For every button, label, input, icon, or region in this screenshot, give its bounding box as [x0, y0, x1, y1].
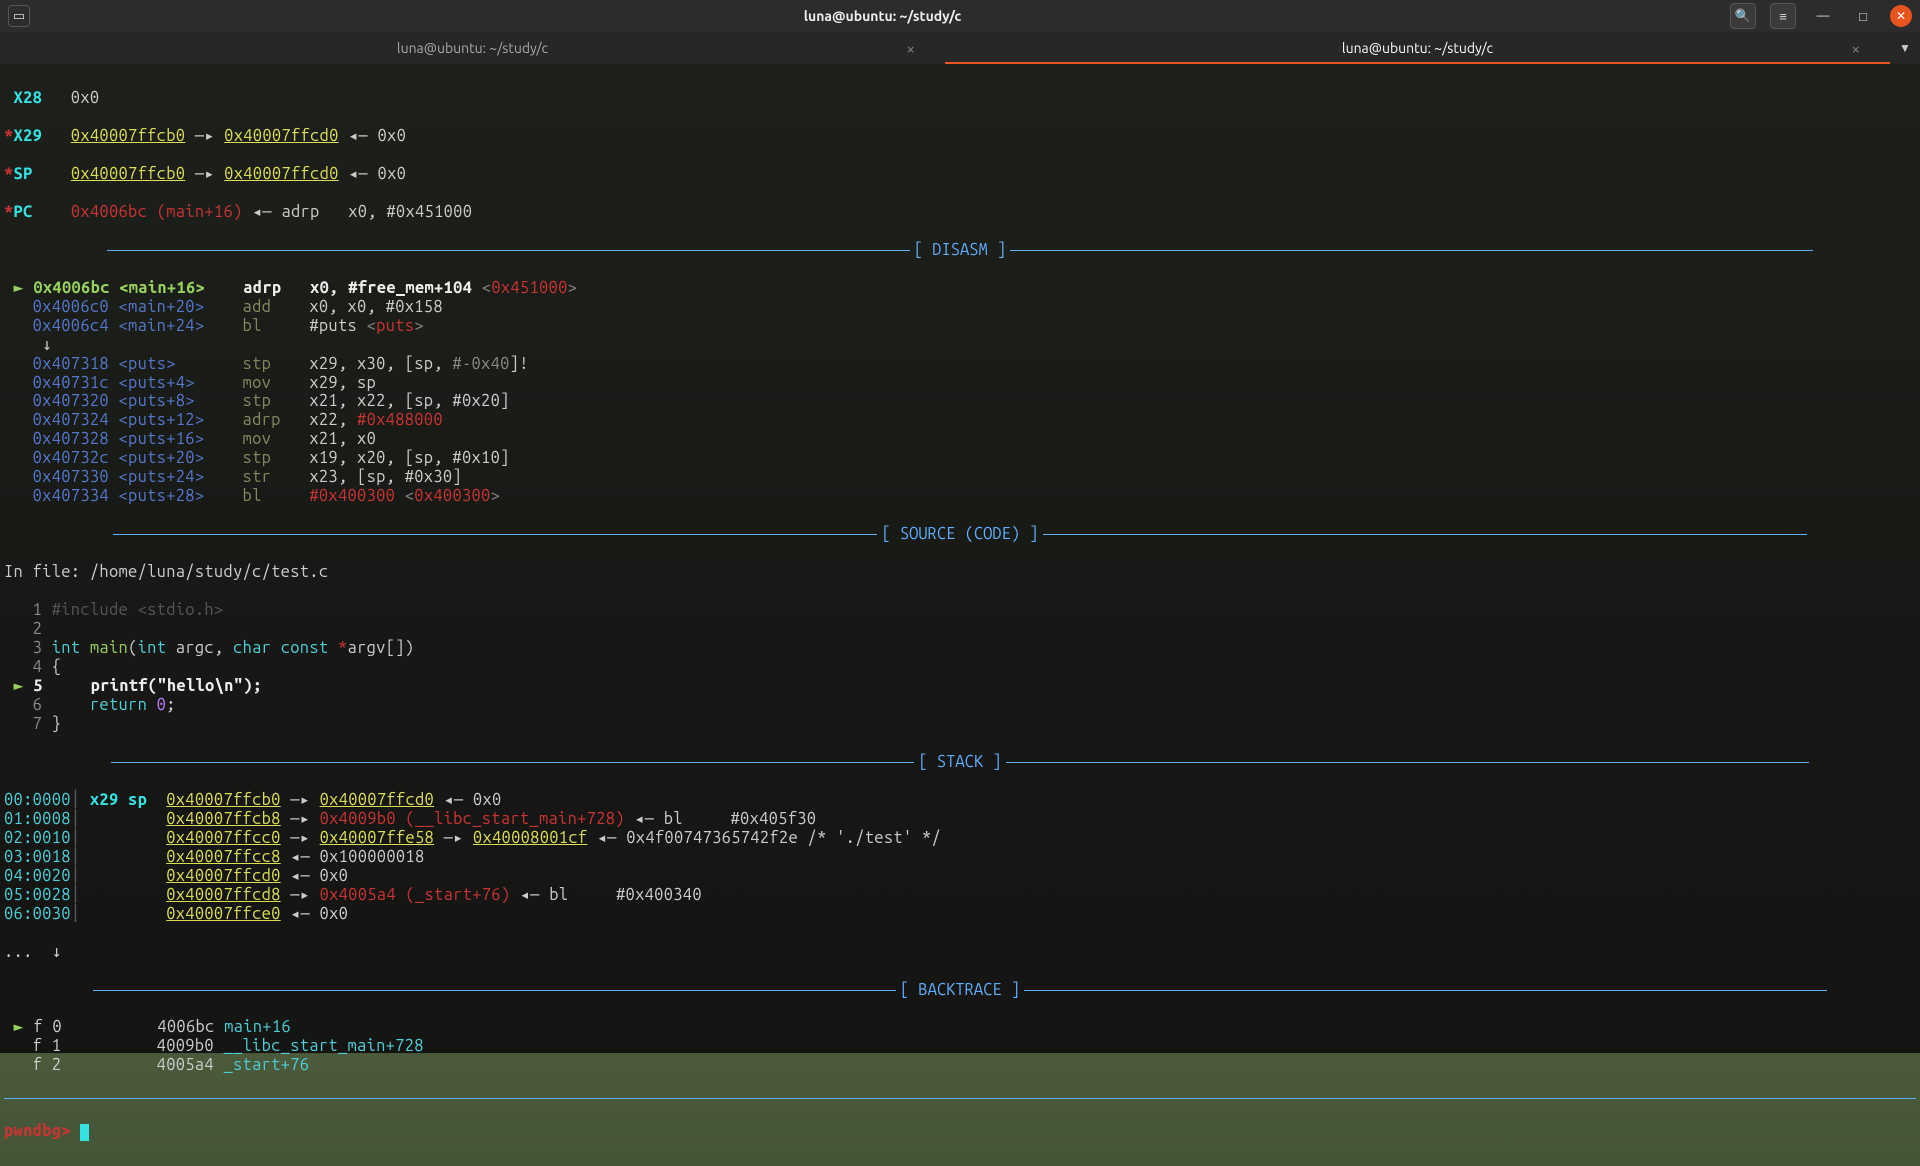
source-line: 7 }	[4, 715, 1916, 734]
stack-row: 05:0028│ 0x40007ffcd8 —▸ 0x4005a4 (_star…	[4, 886, 1916, 905]
cursor	[80, 1124, 89, 1141]
source-line: 6 return 0;	[4, 696, 1916, 715]
new-tab-icon[interactable]: ▭	[8, 5, 30, 27]
register-name: PC	[14, 203, 33, 221]
register-star: *	[4, 127, 14, 145]
minimize-button[interactable]: —	[1810, 3, 1836, 29]
disasm-row: 0x4006c0 <main+20> add x0, x0, #0x158	[4, 298, 1916, 317]
search-icon[interactable]: 🔍	[1730, 3, 1756, 29]
backtrace-row: f 2 4005a4 _start+76	[4, 1056, 1916, 1075]
bottom-divider	[4, 1098, 1916, 1099]
terminal-output[interactable]: X28 0x0 *X29 0x40007ffcb0 —▸ 0x40007ffcd…	[0, 64, 1920, 1166]
disasm-row: 0x407318 <puts> stp x29, x30, [sp, #-0x4…	[4, 355, 1916, 374]
backtrace-row: f 1 4009b0 __libc_start_main+728	[4, 1037, 1916, 1056]
source-line: 1 #include <stdio.h>	[4, 601, 1916, 620]
disasm-row: 0x4006c4 <main+24> bl #puts <puts>	[4, 317, 1916, 336]
window-title: luna@ubuntu: ~/study/c	[35, 8, 1730, 24]
source-file-path: /home/luna/study/c/test.c	[90, 563, 329, 581]
addr: 0x40007ffcb0	[71, 165, 185, 183]
section-divider-source: [ SOURCE (CODE) ]	[4, 525, 1916, 544]
register-star: *	[4, 203, 14, 221]
register-name: X28	[4, 89, 42, 107]
addr: 0x4006bc	[71, 203, 147, 221]
disasm-row: 0x407320 <puts+8> stp x21, x22, [sp, #0x…	[4, 392, 1916, 411]
tab-close-icon[interactable]: ×	[907, 40, 915, 57]
source-line: 4 {	[4, 658, 1916, 677]
stack-row: 06:0030│ 0x40007ffce0 ◂— 0x0	[4, 905, 1916, 924]
prompt: pwndbg>	[4, 1122, 80, 1140]
addr: 0x40007ffcd0	[224, 165, 338, 183]
section-divider-disasm: [ DISASM ]	[4, 241, 1916, 260]
tab-dropdown-icon[interactable]: ▼	[1890, 32, 1920, 64]
disasm-row: 0x407330 <puts+24> str x23, [sp, #0x30]	[4, 468, 1916, 487]
register-value: 0x0	[71, 89, 100, 107]
tab-label: luna@ubuntu: ~/study/c	[1342, 40, 1493, 56]
disasm-row: 0x407324 <puts+12> adrp x22, #0x488000	[4, 411, 1916, 430]
source-line: 2	[4, 620, 1916, 639]
stack-row: 03:0018│ 0x40007ffcc8 ◂— 0x100000018	[4, 848, 1916, 867]
stack-row: 01:0008│ 0x40007ffcb8 —▸ 0x4009b0 (__lib…	[4, 810, 1916, 829]
addr: 0x40007ffcb0	[71, 127, 185, 145]
stack-row: 00:0000│ x29 sp 0x40007ffcb0 —▸ 0x40007f…	[4, 791, 1916, 810]
stack-row: 02:0010│ 0x40007ffcc0 —▸ 0x40007ffe58 —▸…	[4, 829, 1916, 848]
maximize-button[interactable]: □	[1850, 3, 1876, 29]
section-divider-stack: [ STACK ]	[4, 753, 1916, 772]
tab-label: luna@ubuntu: ~/study/c	[397, 40, 548, 56]
register-name: SP	[14, 165, 33, 183]
tab-1[interactable]: luna@ubuntu: ~/study/c ×	[0, 32, 945, 64]
source-file-label: In file:	[4, 563, 90, 581]
close-button[interactable]: ✕	[1890, 5, 1912, 27]
disasm-row: ► 0x4006bc <main+16> adrp x0, #free_mem+…	[4, 279, 1916, 298]
disasm-row: 0x40732c <puts+20> stp x19, x20, [sp, #0…	[4, 449, 1916, 468]
disasm-row: 0x407334 <puts+28> bl #0x400300 <0x40030…	[4, 487, 1916, 506]
section-divider-backtrace: [ BACKTRACE ]	[4, 981, 1916, 1000]
menu-icon[interactable]: ≡	[1770, 3, 1796, 29]
register-star: *	[4, 165, 14, 183]
source-line: 3 int main(int argc, char const *argv[])	[4, 639, 1916, 658]
backtrace-row: ► f 0 4006bc main+16	[4, 1018, 1916, 1037]
stack-row: 04:0020│ 0x40007ffcd0 ◂— 0x0	[4, 867, 1916, 886]
disasm-row: 0x40731c <puts+4> mov x29, sp	[4, 374, 1916, 393]
disasm-row: ↓	[4, 336, 1916, 355]
source-line: ► 5 printf("hello\n");	[4, 677, 1916, 696]
tab-close-icon[interactable]: ×	[1852, 40, 1860, 57]
tab-2[interactable]: luna@ubuntu: ~/study/c ×	[945, 32, 1890, 64]
register-name: X29	[14, 127, 43, 145]
stack-more: ... ↓	[4, 943, 1916, 962]
tab-bar: luna@ubuntu: ~/study/c × luna@ubuntu: ~/…	[0, 32, 1920, 64]
disasm-row: 0x407328 <puts+16> mov x21, x0	[4, 430, 1916, 449]
addr: 0x40007ffcd0	[224, 127, 338, 145]
window-titlebar: ▭ luna@ubuntu: ~/study/c 🔍 ≡ — □ ✕	[0, 0, 1920, 32]
